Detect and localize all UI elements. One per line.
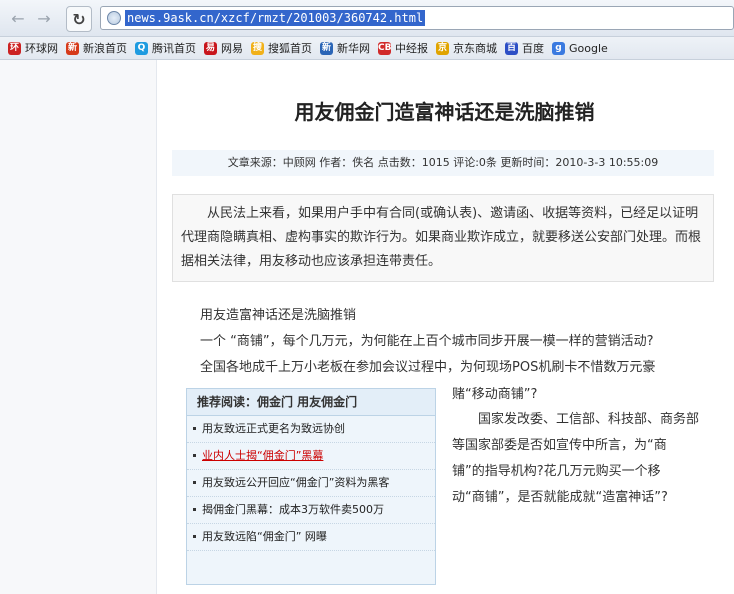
- recommend-box: 推荐阅读：佣金门 用友佣金门 用友致远正式更名为致远协创 业内人士揭“佣金门”黑…: [186, 388, 436, 585]
- bookmark-jd[interactable]: 京京东商城: [436, 40, 497, 56]
- article-summary: 从民法上来看，如果用户手中有合同(或确认表)、邀请函、收据等资料，已经足以证明代…: [172, 194, 714, 282]
- qq-icon: Q: [135, 41, 148, 55]
- paragraph-line: 全国各地成千上万小老板在参加会议过程中，为何现场POS机刷卡不惜数万元豪: [200, 360, 656, 375]
- bookmark-label: 新浪首页: [83, 42, 127, 55]
- bookmark-baidu[interactable]: 百百度: [505, 40, 544, 56]
- google-icon: g: [552, 41, 565, 55]
- sohu-icon: 搜: [251, 41, 264, 55]
- sina-icon: 新: [66, 41, 79, 55]
- bookmark-netease[interactable]: 易网易: [204, 40, 243, 56]
- page-globe-icon: [107, 11, 121, 25]
- bullet-icon: [193, 426, 196, 430]
- reload-button[interactable]: ↻: [66, 6, 92, 32]
- bullet-icon: [193, 453, 196, 457]
- bullet-icon: [193, 480, 196, 484]
- paragraph-line: 国家发改委、工信部、科技部、商务部: [478, 412, 700, 427]
- bookmark-label: 中经报: [395, 42, 428, 55]
- browser-toolbar: ← → ↻ news.9ask.cn/xzcf/rmzt/201003/3607…: [0, 0, 734, 37]
- xinhua-icon: 新: [320, 41, 333, 55]
- bookmark-label: Google: [569, 41, 608, 55]
- recommend-link[interactable]: 用友致远正式更名为致远协创: [187, 416, 435, 443]
- recommend-link[interactable]: 用友致远陷“佣金门” 网曝: [187, 524, 435, 551]
- bookmark-sohu[interactable]: 搜搜狐首页: [251, 40, 312, 56]
- bookmark-huanqiu[interactable]: 环环球网: [8, 40, 58, 56]
- back-button[interactable]: ←: [6, 6, 30, 30]
- article-title: 用友佣金门造富神话还是洗脑推销: [294, 100, 595, 124]
- cb-icon: CB: [378, 41, 392, 55]
- bookmark-google[interactable]: g Google: [552, 41, 608, 55]
- recommend-link[interactable]: 用友致远公开回应“佣金门”资料为黑客: [187, 470, 435, 497]
- bookmark-cb[interactable]: CB 中经报: [378, 40, 428, 56]
- bookmark-label: 搜狐首页: [268, 42, 312, 55]
- left-margin: [0, 60, 157, 594]
- paragraph-heading: 用友造富神话还是洗脑推销: [200, 308, 357, 323]
- recommend-heading: 推荐阅读：佣金门 用友佣金门: [187, 389, 435, 416]
- forward-arrow-icon: →: [37, 8, 51, 28]
- bullet-icon: [193, 507, 196, 511]
- bookmark-label: 京东商城: [453, 42, 497, 55]
- bookmark-label: 百度: [522, 42, 544, 55]
- baidu-icon: 百: [505, 41, 518, 55]
- paragraph-line: 一个 “商铺”，每个几万元，为何能在上百个城市同步开展一模一样的营销活动?: [200, 334, 654, 349]
- bookmark-label: 网易: [221, 42, 243, 55]
- url-text: news.9ask.cn/xzcf/rmzt/201003/360742.htm…: [125, 10, 426, 26]
- recommend-link[interactable]: 业内人士揭“佣金门”黑幕: [187, 443, 435, 470]
- netease-icon: 易: [204, 41, 217, 55]
- recommend-link[interactable]: 揭佣金门黑幕：成本3万软件卖500万: [187, 497, 435, 524]
- jd-icon: 京: [436, 41, 449, 55]
- address-bar[interactable]: news.9ask.cn/xzcf/rmzt/201003/360742.htm…: [100, 6, 734, 30]
- bookmark-qq[interactable]: Q 腾讯首页: [135, 40, 196, 56]
- bullet-icon: [193, 534, 196, 538]
- bookmark-label: 新华网: [337, 42, 370, 55]
- page-content: 用友佣金门造富神话还是洗脑推销 文章来源：中顾网 作者：佚名 点击数：1015 …: [0, 60, 734, 594]
- bookmark-xinhua[interactable]: 新新华网: [320, 40, 370, 56]
- bookmark-label: 腾讯首页: [152, 42, 196, 55]
- back-arrow-icon: ←: [11, 8, 25, 28]
- forward-button[interactable]: →: [32, 6, 56, 30]
- paragraph-line: 赌“移动商铺”?: [452, 387, 538, 402]
- paragraph-line: 动“商铺”，是否就能成就“造富神话”?: [452, 490, 668, 505]
- huanqiu-icon: 环: [8, 41, 21, 55]
- reload-icon: ↻: [72, 9, 86, 29]
- paragraph-line: 等国家部委是否如宣传中所言，为“商: [452, 438, 667, 453]
- bookmarks-bar: 环环球网新新浪首页 Q 腾讯首页易网易搜搜狐首页新新华网 CB 中经报京京东商城百百度 g…: [0, 37, 734, 60]
- paragraph-line: 铺”的指导机构?花几万元购买一个移: [452, 464, 661, 479]
- bookmark-sina[interactable]: 新新浪首页: [66, 40, 127, 56]
- article-meta: 文章来源：中顾网 作者：佚名 点击数：1015 评论:0条 更新时间：2010-…: [172, 150, 714, 176]
- bookmark-label: 环球网: [25, 42, 58, 55]
